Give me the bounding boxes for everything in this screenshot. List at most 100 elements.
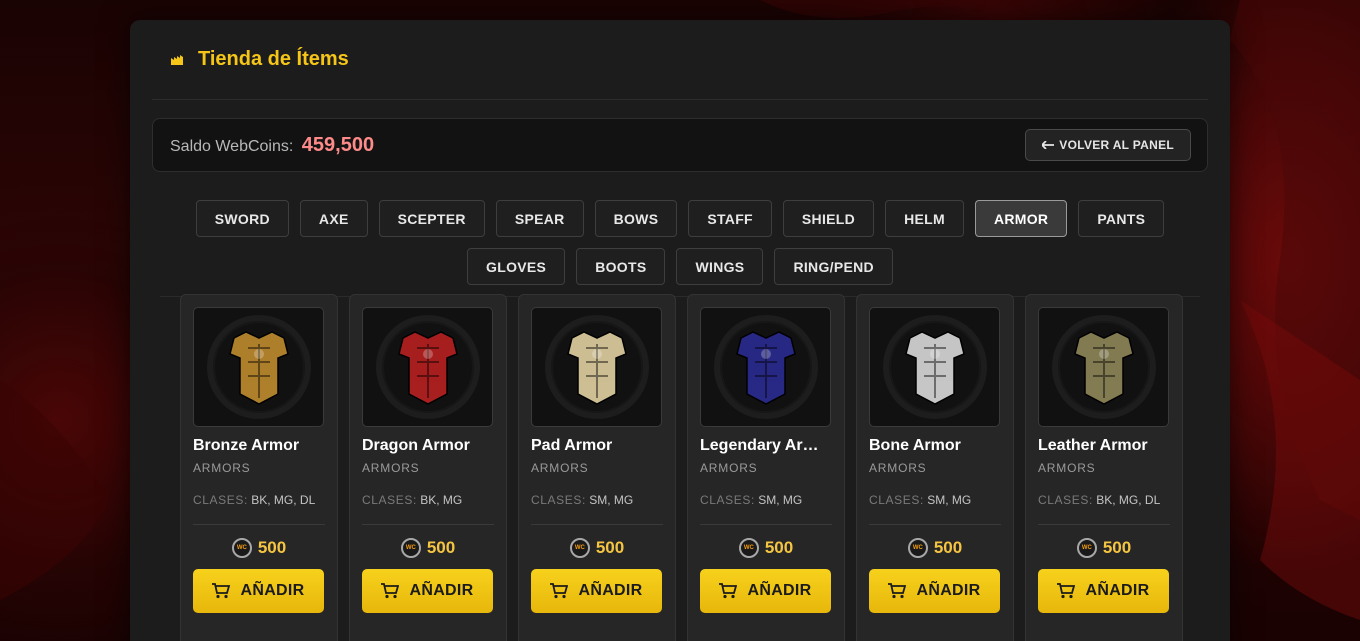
item-price: 500 [764,538,794,557]
cart-icon [888,583,907,599]
item-image [869,307,1000,427]
add-button-label: AÑADIR [747,582,812,599]
webcoin-icon: WC [907,538,928,558]
item-image [193,307,324,427]
add-to-cart-button[interactable]: AÑADIR [362,569,493,613]
item-classes: CLASES: SM, MG [869,493,1001,525]
item-grid: Bronze Armor ARMORS CLASES: BK, MG, DL W… [180,294,1183,641]
classes-label: CLASES: [1038,493,1093,507]
item-card: Legendary Armor ARMORS CLASES: SM, MG WC… [687,294,845,641]
item-card: Bronze Armor ARMORS CLASES: BK, MG, DL W… [180,294,338,641]
category-tab-wings[interactable]: WINGS [676,248,764,285]
classes-label: CLASES: [362,493,417,507]
item-name: Bone Armor [869,437,961,454]
category-tab-pants[interactable]: PANTS [1078,200,1165,237]
category-tab-boots[interactable]: BOOTS [576,248,666,285]
category-filter-bar: SWORD AXE SCEPTER SPEAR BOWS STAFF SHIELD HELM A… [160,200,1200,297]
cart-icon [212,583,231,599]
item-classes: CLASES: BK, MG, DL [1038,493,1170,525]
add-button-label: AÑADIR [578,582,643,599]
classes-value: SM, MG [927,493,972,507]
item-classes: CLASES: SM, MG [531,493,663,525]
add-button-label: AÑADIR [1085,582,1150,599]
add-to-cart-button[interactable]: AÑADIR [700,569,831,613]
classes-label: CLASES: [531,493,586,507]
price-row: WC 500 [531,538,663,558]
item-classes: CLASES: SM, MG [700,493,832,525]
panel-header: Tienda de Ítems [152,20,1208,100]
back-button-label: VOLVER AL PANEL [1059,138,1174,152]
item-card: Bone Armor ARMORS CLASES: SM, MG WC 500 … [856,294,1014,641]
item-image [700,307,831,427]
item-image [1038,307,1169,427]
item-price: 500 [933,538,963,557]
item-category: ARMORS [700,461,758,475]
classes-label: CLASES: [700,493,755,507]
item-name: Leather Armor [1038,437,1148,454]
cart-icon [550,583,569,599]
webcoin-icon: WC [400,538,421,558]
item-price: 500 [1102,538,1132,557]
price-row: WC 500 [193,538,325,558]
classes-label: CLASES: [193,493,248,507]
category-tab-axe[interactable]: AXE [299,200,368,237]
add-button-label: AÑADIR [916,582,981,599]
category-tab-armor[interactable]: ARMOR [974,200,1068,237]
classes-value: SM, MG [589,493,634,507]
classes-value: BK, MG, DL [251,493,316,507]
item-price: 500 [257,538,287,557]
cart-icon [381,583,400,599]
item-classes: CLASES: BK, MG [362,493,494,525]
category-tab-shield[interactable]: SHIELD [782,200,875,237]
category-tab-staff[interactable]: STAFF [688,200,772,237]
add-button-label: AÑADIR [409,582,474,599]
cart-icon [1057,583,1076,599]
balance-info: Saldo WebCoins: 459,500 [170,134,374,157]
item-category: ARMORS [193,461,251,475]
category-tab-helm[interactable]: HELM [885,200,964,237]
classes-value: BK, MG [420,493,463,507]
balance-value: 459,500 [301,133,375,156]
item-classes: CLASES: BK, MG, DL [193,493,325,525]
item-price: 500 [595,538,625,557]
webcoin-icon: WC [738,538,759,558]
back-to-panel-button[interactable]: VOLVER AL PANEL [1025,129,1191,161]
category-tab-bows[interactable]: BOWS [594,200,678,237]
classes-value: BK, MG, DL [1096,493,1161,507]
category-tab-gloves[interactable]: GLOVES [467,248,566,285]
category-tab-sword[interactable]: SWORD [195,200,289,237]
item-card: Pad Armor ARMORS CLASES: SM, MG WC 500 A… [518,294,676,641]
category-tab-spear[interactable]: SPEAR [495,200,584,237]
item-name: Dragon Armor [362,437,470,454]
cart-icon [719,583,738,599]
item-name: Legendary Armor [700,437,832,454]
item-card: Dragon Armor ARMORS CLASES: BK, MG WC 50… [349,294,507,641]
add-to-cart-button[interactable]: AÑADIR [1038,569,1169,613]
classes-value: SM, MG [758,493,803,507]
webcoin-icon: WC [569,538,590,558]
page-title: Tienda de Ítems [198,48,349,70]
item-image [531,307,662,427]
price-row: WC 500 [362,538,494,558]
item-category: ARMORS [362,461,420,475]
add-to-cart-button[interactable]: AÑADIR [193,569,324,613]
balance-label: Saldo WebCoins: [170,137,294,155]
item-price: 500 [426,538,456,557]
classes-label: CLASES: [869,493,924,507]
add-button-label: AÑADIR [240,582,305,599]
item-name: Bronze Armor [193,437,300,454]
item-card: Leather Armor ARMORS CLASES: BK, MG, DL … [1025,294,1183,641]
item-category: ARMORS [1038,461,1096,475]
price-row: WC 500 [700,538,832,558]
balance-bar: Saldo WebCoins: 459,500 VOLVER AL PANEL [152,118,1208,172]
item-category: ARMORS [869,461,927,475]
add-to-cart-button[interactable]: AÑADIR [869,569,1000,613]
item-image [362,307,493,427]
price-row: WC 500 [1038,538,1170,558]
item-name: Pad Armor [531,437,613,454]
add-to-cart-button[interactable]: AÑADIR [531,569,662,613]
arrow-left-icon [1040,138,1055,152]
item-category: ARMORS [531,461,589,475]
category-tab-ring-pend[interactable]: RING/PEND [774,248,893,285]
category-tab-scepter[interactable]: SCEPTER [378,200,485,237]
